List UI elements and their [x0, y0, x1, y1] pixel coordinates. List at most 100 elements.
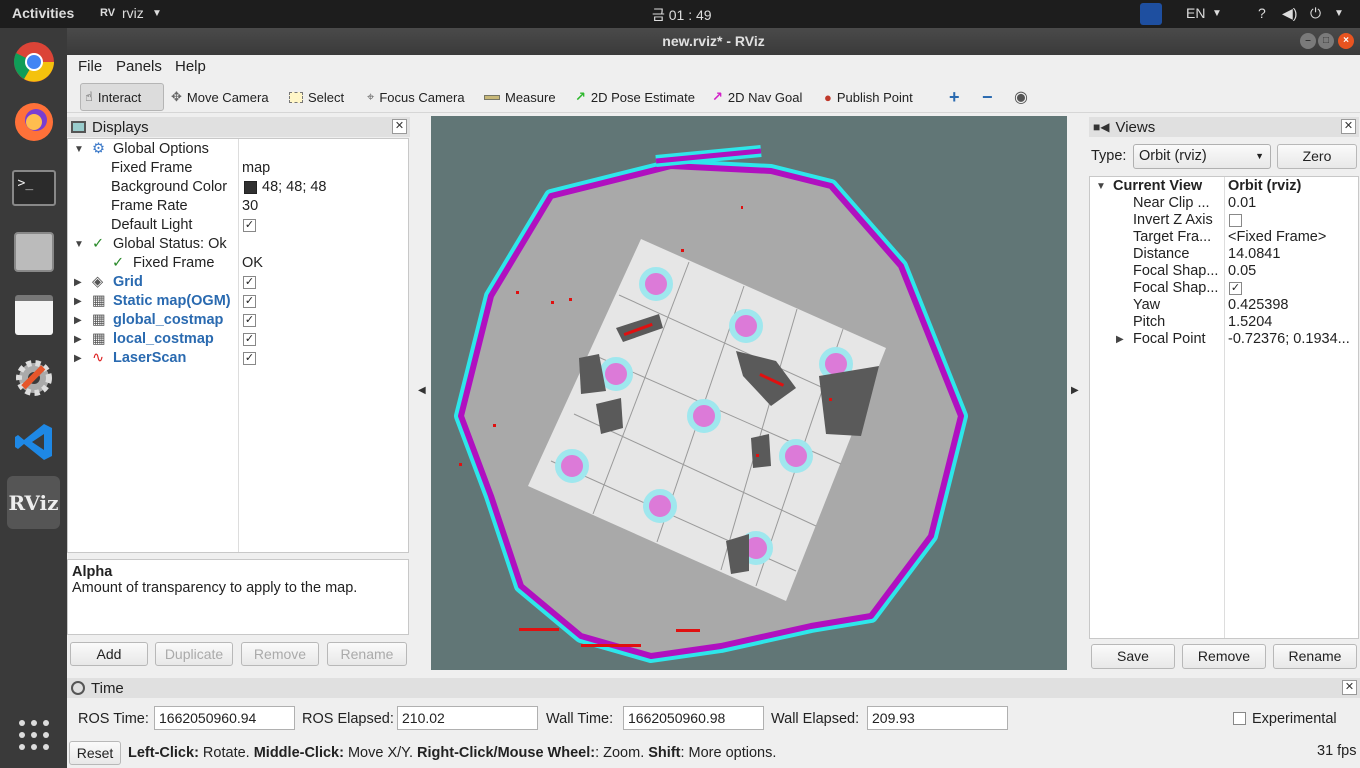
view-property-value[interactable]: Orbit (rviz) — [1228, 178, 1301, 195]
view-property-value[interactable]: 0.425398 — [1228, 297, 1288, 314]
view-type-select[interactable]: Orbit (rviz) ▼ — [1133, 144, 1271, 169]
display-row-value[interactable]: 48; 48; 48 — [262, 178, 327, 197]
3d-render-view[interactable] — [431, 116, 1067, 670]
display-row[interactable]: ▶ ◈ Grid ✓ — [68, 273, 408, 292]
display-row[interactable]: Frame Rate 30 — [68, 197, 408, 216]
view-property-row[interactable]: Focal Shap... ✓ — [1090, 280, 1358, 297]
menu-help[interactable]: Help — [175, 58, 206, 75]
view-property-row[interactable]: Near Clip ... 0.01 — [1090, 195, 1358, 212]
save-view-button[interactable]: Save — [1091, 644, 1175, 669]
view-checkbox[interactable] — [1229, 214, 1242, 227]
reset-button[interactable]: Reset — [69, 741, 121, 765]
view-property-row[interactable]: Distance 14.0841 — [1090, 246, 1358, 263]
rename-view-button[interactable]: Rename — [1273, 644, 1357, 669]
view-checkbox[interactable]: ✓ — [1229, 282, 1242, 295]
view-property-row[interactable]: Pitch 1.5204 — [1090, 314, 1358, 331]
expand-right-icon[interactable]: ▶ — [74, 330, 82, 349]
vscode-tray-icon[interactable] — [1140, 3, 1162, 25]
view-property-row[interactable]: Yaw 0.425398 — [1090, 297, 1358, 314]
add-button[interactable]: Add — [70, 642, 148, 666]
publish-point-tool[interactable]: ● Publish Point — [820, 83, 917, 111]
chrome-icon[interactable] — [7, 35, 60, 88]
remove-view-button[interactable]: Remove — [1182, 644, 1266, 669]
terminal-icon[interactable]: >_ — [7, 161, 60, 214]
display-row-value[interactable]: OK — [242, 254, 263, 273]
expand-right-icon[interactable]: ▶ — [74, 292, 82, 311]
display-row[interactable]: ▼ ✓ Global Status: Ok — [68, 235, 408, 254]
collapse-right-icon[interactable]: ▶ — [1071, 385, 1079, 396]
menu-file[interactable]: File — [78, 58, 102, 75]
clock[interactable]: 금 01 : 49 — [652, 5, 712, 25]
collapse-left-icon[interactable]: ◀ — [418, 385, 426, 396]
zero-button[interactable]: Zero — [1277, 144, 1357, 169]
interact-tool[interactable]: ☝ Interact — [80, 83, 164, 111]
view-property-value[interactable]: 0.05 — [1228, 263, 1256, 280]
menu-panels[interactable]: Panels — [116, 58, 162, 75]
display-row-value[interactable]: 30 — [242, 197, 258, 216]
expand-right-icon[interactable]: ▶ — [74, 349, 82, 368]
view-property-value[interactable]: <Fixed Frame> — [1228, 229, 1326, 246]
maximize-button[interactable]: □ — [1318, 33, 1334, 49]
display-row-value[interactable]: map — [242, 159, 270, 178]
nav-goal-tool[interactable]: ↗ 2D Nav Goal — [708, 83, 806, 111]
view-property-row[interactable]: Focal Shap... 0.05 — [1090, 263, 1358, 280]
display-checkbox[interactable]: ✓ — [243, 295, 256, 308]
volume-icon[interactable]: ◀) — [1282, 5, 1297, 22]
view-property-value[interactable]: 14.0841 — [1228, 246, 1280, 263]
wall-time-field[interactable]: 1662050960.98 — [623, 706, 764, 730]
view-property-row[interactable]: Target Fra... <Fixed Frame> — [1090, 229, 1358, 246]
measure-tool[interactable]: Measure — [480, 83, 560, 111]
remove-tool-icon[interactable]: − — [978, 83, 997, 111]
text-editor-icon[interactable] — [7, 288, 60, 341]
focus-camera-tool[interactable]: ⌖ Focus Camera — [363, 83, 469, 111]
expand-right-icon[interactable]: ▶ — [1116, 331, 1124, 348]
expand-down-icon[interactable]: ▼ — [74, 140, 84, 159]
display-row[interactable]: ▶ ▦ Static map(OGM) ✓ — [68, 292, 408, 311]
display-checkbox[interactable]: ✓ — [243, 333, 256, 346]
vscode-icon[interactable] — [7, 415, 60, 468]
display-checkbox[interactable]: ✓ — [243, 352, 256, 365]
expand-down-icon[interactable]: ▼ — [74, 235, 84, 254]
close-icon[interactable]: ✕ — [1341, 119, 1356, 134]
display-row[interactable]: ▼ ⚙ Global Options — [68, 140, 408, 159]
firefox-icon[interactable] — [7, 95, 60, 148]
pose-estimate-tool[interactable]: ↗ 2D Pose Estimate — [571, 83, 699, 111]
close-icon[interactable]: ✕ — [392, 119, 407, 134]
display-checkbox[interactable]: ✓ — [243, 276, 256, 289]
expand-down-icon[interactable]: ▼ — [1096, 178, 1106, 195]
remove-button[interactable]: Remove — [241, 642, 319, 666]
display-row[interactable]: ▶ ▦ local_costmap ✓ — [68, 330, 408, 349]
select-tool[interactable]: Select — [285, 83, 348, 111]
show-applications-icon[interactable] — [7, 708, 60, 761]
display-row[interactable]: ▶ ▦ global_costmap ✓ — [68, 311, 408, 330]
activities-button[interactable]: Activities — [12, 5, 74, 21]
expand-right-icon[interactable]: ▶ — [74, 311, 82, 330]
view-property-value[interactable]: 1.5204 — [1228, 314, 1272, 331]
power-icon[interactable]: ⏻ — [1310, 5, 1321, 22]
view-property-row[interactable]: ▼ Current View Orbit (rviz) — [1090, 178, 1358, 195]
close-icon[interactable]: ✕ — [1342, 680, 1357, 695]
duplicate-button[interactable]: Duplicate — [155, 642, 233, 666]
app-menu-button[interactable]: rviz — [122, 5, 144, 21]
rviz-dock-icon[interactable]: RViz — [7, 476, 60, 529]
minimize-button[interactable]: – — [1300, 33, 1316, 49]
ros-elapsed-field[interactable]: 210.02 — [397, 706, 538, 730]
display-row[interactable]: Fixed Frame map — [68, 159, 408, 178]
wall-elapsed-field[interactable]: 209.93 — [867, 706, 1008, 730]
view-property-value[interactable]: 0.01 — [1228, 195, 1256, 212]
color-swatch[interactable] — [244, 181, 257, 194]
settings-icon[interactable] — [7, 351, 60, 404]
add-tool-icon[interactable]: + — [945, 83, 964, 111]
view-property-value[interactable]: -0.72376; 0.1934... — [1228, 331, 1350, 348]
display-row[interactable]: ▶ ∿ LaserScan ✓ — [68, 349, 408, 368]
display-row[interactable]: Default Light ✓ — [68, 216, 408, 235]
display-checkbox[interactable]: ✓ — [243, 314, 256, 327]
ros-time-field[interactable]: 1662050960.94 — [154, 706, 295, 730]
view-property-row[interactable]: Invert Z Axis — [1090, 212, 1358, 229]
close-button[interactable]: × — [1338, 33, 1354, 49]
rename-button[interactable]: Rename — [327, 642, 407, 666]
view-property-row[interactable]: ▶ Focal Point -0.72376; 0.1934... — [1090, 331, 1358, 348]
language-indicator[interactable]: EN — [1186, 5, 1205, 21]
move-camera-tool[interactable]: ✥ Move Camera — [167, 83, 273, 111]
display-row[interactable]: ✓ Fixed Frame OK — [68, 254, 408, 273]
